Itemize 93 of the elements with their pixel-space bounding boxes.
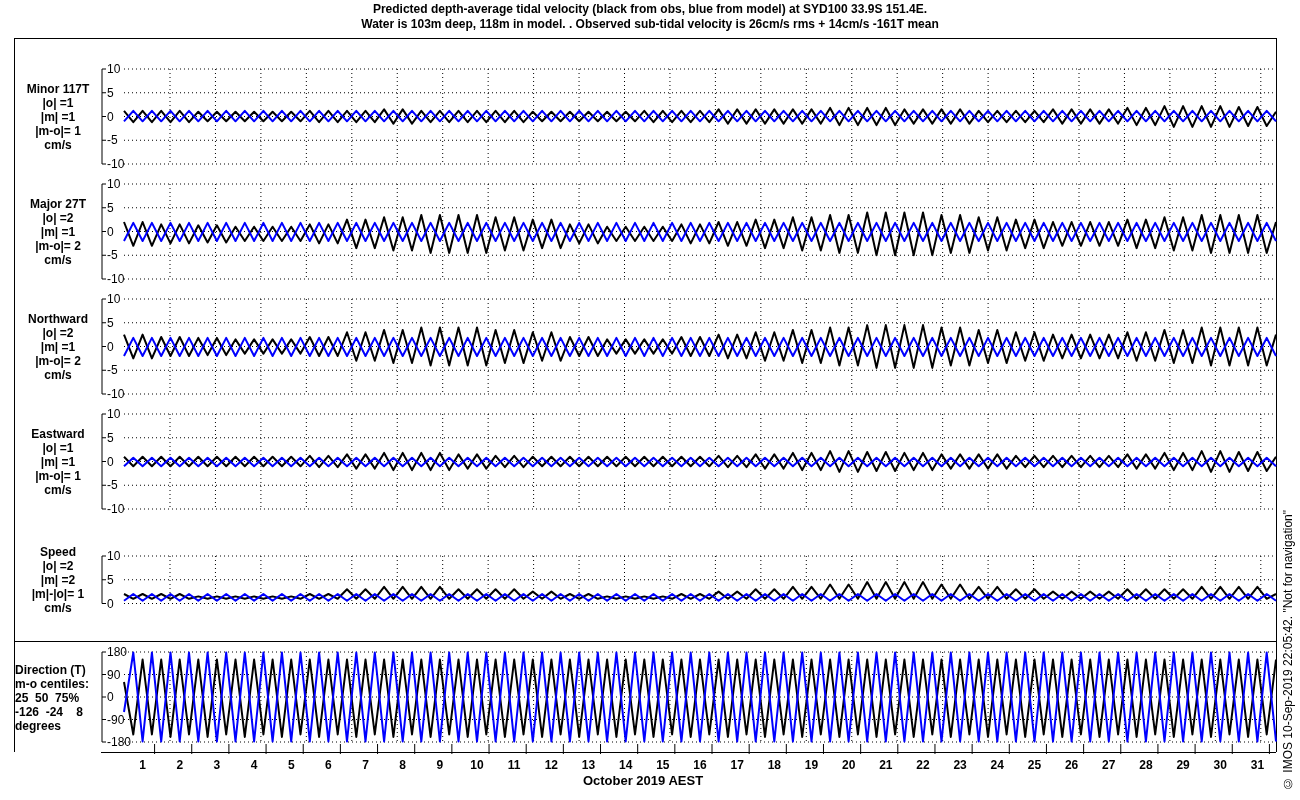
y-tick-label: -5 — [107, 133, 118, 148]
panel-label: |m| =1 — [40, 339, 76, 354]
y-tick-label: 0 — [107, 690, 114, 704]
panel-label: cm/s — [44, 367, 72, 382]
y-tick-label: 5 — [107, 200, 114, 215]
y-tick-label: -10 — [107, 502, 125, 516]
panel-label: -126 -24 8 — [15, 704, 84, 719]
x-tick-label: 30 — [1213, 758, 1227, 772]
panel-label: cm/s — [44, 482, 72, 497]
y-tick-label: -5 — [107, 248, 118, 263]
panel-label: |m-o|= 1 — [35, 123, 81, 138]
x-tick-label: 22 — [916, 758, 930, 772]
chart-title: Water is 103m deep, 118m in model. . Observed sub-tidal velocity is 26cm/s rms + 14cm/s -161T mean — [361, 17, 939, 32]
panel-label: |m-o|= 1 — [35, 468, 81, 483]
panel-label: Major 27T — [30, 196, 86, 211]
panel-label: degrees — [15, 718, 62, 733]
panel-label: cm/s — [44, 600, 72, 615]
panel-label: |o| =2 — [42, 325, 74, 340]
y-tick-label: -180 — [107, 735, 132, 749]
x-tick-label: 31 — [1250, 758, 1265, 772]
x-tick-label: 5 — [287, 758, 295, 772]
panel-label: |m|-|o|= 1 — [31, 586, 85, 601]
x-tick-label: 27 — [1102, 758, 1116, 772]
x-tick-label: 29 — [1176, 758, 1190, 772]
x-tick-label: 17 — [730, 758, 744, 772]
x-tick-label: 2 — [176, 758, 184, 772]
y-tick-label: 10 — [107, 62, 121, 76]
y-tick-label: 180 — [107, 645, 128, 659]
y-tick-label: 0 — [107, 224, 114, 239]
panel-label: 25 50 75% — [15, 690, 80, 705]
y-tick-label: 5 — [107, 430, 114, 445]
x-tick-label: 3 — [213, 758, 221, 772]
x-tick-label: 20 — [841, 758, 856, 772]
panel-label: |m| =2 — [40, 572, 76, 587]
x-tick-label: 6 — [325, 758, 332, 772]
panel-label: Eastward — [31, 426, 85, 441]
chart-title: Predicted depth-average tidal velocity (black from obs, blue from model) at SYD100 33.9S 151.4E. — [372, 2, 928, 17]
y-tick-label: 10 — [107, 292, 121, 306]
x-tick-label: 13 — [581, 758, 596, 772]
panel-label: |m| =1 — [40, 224, 76, 239]
x-tick-label: 11 — [507, 758, 521, 772]
x-tick-label: 24 — [990, 758, 1004, 772]
x-tick-label: 23 — [953, 758, 967, 772]
panel-label: |o| =1 — [42, 440, 74, 455]
x-tick-label: 16 — [693, 758, 707, 772]
x-tick-label: 9 — [436, 758, 444, 772]
panel-label: |o| =2 — [42, 558, 74, 573]
y-tick-label: 5 — [107, 315, 114, 330]
x-tick-label: 7 — [362, 758, 369, 772]
x-tick-label: 4 — [250, 758, 258, 772]
x-tick-label: 8 — [399, 758, 407, 772]
panel-label: m-o centiles: — [15, 676, 89, 691]
y-tick-label: 5 — [107, 572, 114, 587]
y-tick-label: -5 — [107, 478, 118, 493]
x-tick-label: 15 — [656, 758, 670, 772]
panel-label: Speed — [40, 544, 76, 559]
panel-label: |m-o|= 2 — [35, 353, 81, 368]
panel-label: Northward — [28, 311, 88, 326]
x-tick-label: 21 — [879, 758, 893, 772]
x-tick-label: 28 — [1139, 758, 1153, 772]
panel-label: cm/s — [44, 137, 72, 152]
panel-label: |m-o|= 2 — [35, 238, 81, 253]
x-tick-label: 14 — [619, 758, 633, 772]
y-tick-label: -10 — [107, 272, 125, 286]
x-tick-label: 1 — [139, 758, 146, 772]
panel-label: |m| =1 — [40, 109, 76, 124]
y-tick-label: 0 — [107, 339, 114, 354]
x-axis-label: October 2019 AEST — [582, 773, 704, 788]
panel-label: Direction (T) — [15, 662, 86, 677]
y-tick-label: 10 — [107, 177, 121, 191]
y-tick-label: -10 — [107, 157, 125, 171]
y-tick-label: -10 — [107, 387, 125, 401]
panel-label: |o| =2 — [42, 210, 74, 225]
y-tick-label: 0 — [107, 596, 114, 611]
y-tick-label: -5 — [107, 363, 118, 378]
copyright-note: © IMOS 10-Sep-2019 22:05:42. "Not for navigation" — [1281, 510, 1295, 790]
y-tick-label: 0 — [107, 109, 114, 124]
y-tick-label: 90 — [107, 667, 121, 682]
x-tick-label: 25 — [1027, 758, 1042, 772]
x-tick-label: 19 — [804, 758, 819, 772]
x-tick-label: 12 — [544, 758, 559, 772]
panel-label: Minor 117T — [26, 81, 90, 96]
x-tick-label: 10 — [470, 758, 484, 772]
panel-label: cm/s — [44, 252, 72, 267]
panel-label: |m| =1 — [40, 454, 76, 469]
y-tick-label: -90 — [107, 712, 125, 727]
y-tick-label: 5 — [107, 85, 114, 100]
y-tick-label: 0 — [107, 454, 114, 469]
panel-label: |o| =1 — [42, 95, 74, 110]
y-tick-label: 10 — [107, 407, 121, 421]
y-tick-label: 10 — [107, 549, 121, 563]
x-tick-label: 26 — [1064, 758, 1079, 772]
x-tick-label: 18 — [767, 758, 781, 772]
